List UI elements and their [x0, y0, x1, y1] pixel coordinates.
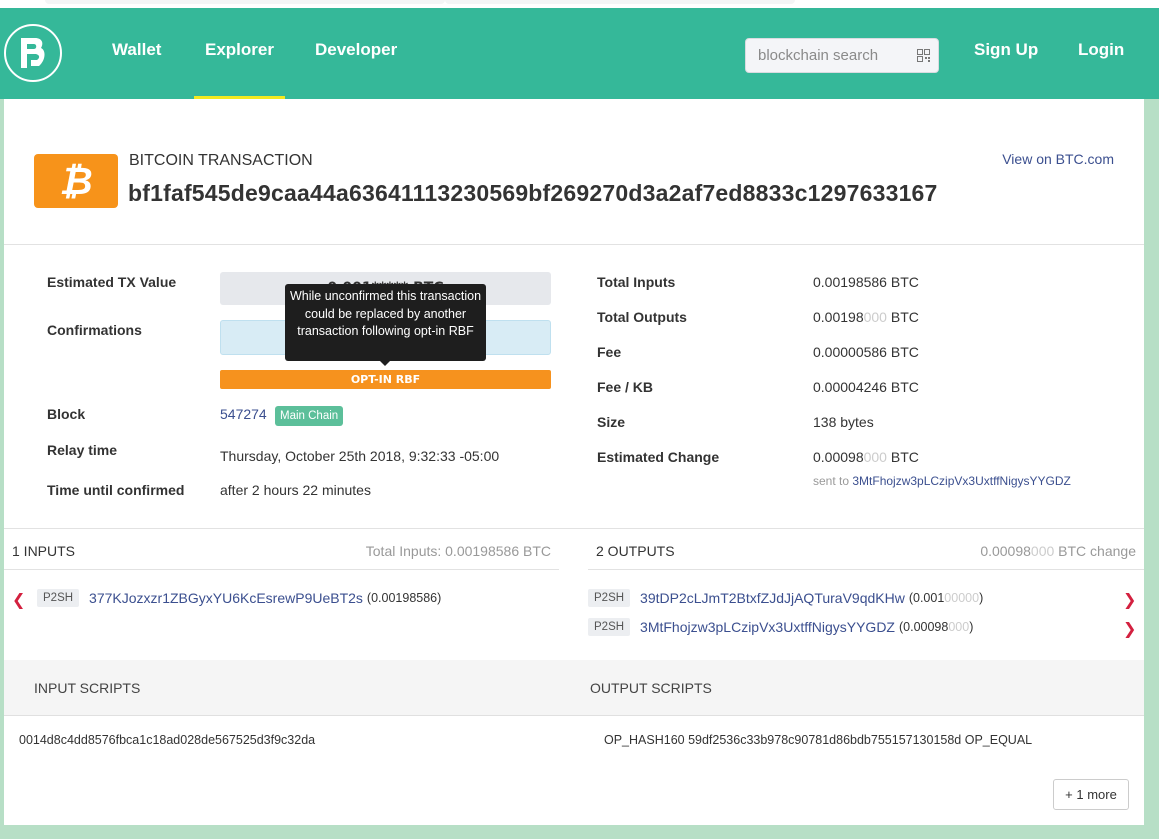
- size-label: Size: [597, 414, 626, 430]
- script-type-badge: P2SH: [588, 618, 631, 636]
- output-row: P2SH 39tDP2cLJmT2BtxfZJdJjAQTuraV9qdKHw …: [588, 589, 983, 607]
- total-inputs-label: Total Inputs: [597, 274, 676, 290]
- output-scripts-title: OUTPUT SCRIPTS: [590, 680, 712, 696]
- show-more-button[interactable]: + 1 more: [1053, 779, 1129, 810]
- output-amount: (0.00098000): [898, 620, 974, 634]
- fee-label: Fee: [597, 344, 622, 360]
- estimated-change-value: 0.00098000 BTC: [813, 449, 919, 465]
- size-value: 138 bytes: [813, 414, 874, 430]
- divider: [4, 528, 1144, 529]
- time-until-confirmed-label: Time until confirmed: [47, 482, 185, 498]
- main-chain-badge: Main Chain: [275, 406, 344, 426]
- output-amount: (0.00100000): [908, 591, 984, 605]
- block-label: Block: [47, 406, 86, 422]
- nav-explorer[interactable]: Explorer: [205, 40, 274, 60]
- divider: [4, 569, 559, 570]
- transaction-hash: bf1faf545de9caa44a63641113230569bf269270…: [128, 180, 938, 206]
- outputs-title: 2 OUTPUTS: [596, 543, 675, 559]
- change-sent-to: sent to 3MtFhojzw3pLCzipVx3UxtffNigysYYG…: [813, 474, 1071, 488]
- estimated-change-label: Estimated Change: [597, 449, 720, 465]
- blockchain-logo-icon[interactable]: [4, 24, 62, 82]
- rbf-tooltip: While unconfirmed this transaction could…: [285, 284, 486, 366]
- input-address-link[interactable]: 377KJozxzr1ZBGyxYU6KcEsrewP9UeBT2s: [89, 590, 363, 606]
- bitcoin-icon: ₿: [34, 154, 118, 208]
- view-on-btc-link[interactable]: View on BTC.com: [1002, 151, 1114, 167]
- time-until-confirmed-value: after 2 hours 22 minutes: [220, 482, 371, 498]
- output-row: P2SH 3MtFhojzw3pLCzipVx3UxtffNigysYYGDZ …: [588, 618, 973, 636]
- qr-code-icon[interactable]: [917, 49, 930, 62]
- search-input[interactable]: [746, 39, 896, 72]
- nav-wallet[interactable]: Wallet: [112, 40, 161, 60]
- login-link[interactable]: Login: [1078, 40, 1124, 60]
- change-address-link[interactable]: 3MtFhojzw3pLCzipVx3UxtffNigysYYGDZ: [852, 474, 1071, 488]
- total-inputs-value: 0.00198586 BTC: [813, 274, 919, 290]
- navbar: Wallet Explorer Developer Sign Up Login: [0, 8, 1159, 99]
- opt-in-rbf-badge[interactable]: OPT-IN RBF: [220, 370, 551, 389]
- input-script: 0014d8c4dd8576fbca1c18ad028de567525d3f9c…: [19, 733, 316, 747]
- browser-top-strip: [0, 0, 1159, 8]
- sign-up-link[interactable]: Sign Up: [974, 40, 1038, 60]
- fee-per-kb-value: 0.00004246 BTC: [813, 379, 919, 395]
- inputs-title: 1 INPUTS: [12, 543, 76, 559]
- script-type-badge: P2SH: [37, 589, 80, 607]
- estimated-tx-value-label: Estimated TX Value: [47, 274, 177, 290]
- output-address-link[interactable]: 39tDP2cLJmT2BtxfZJdJjAQTuraV9qdKHw: [640, 590, 905, 606]
- divider: [4, 244, 1144, 245]
- fee-value: 0.00000586 BTC: [813, 344, 919, 360]
- block-link[interactable]: 547274: [220, 406, 267, 422]
- total-outputs-value: 0.00198000 BTC: [813, 309, 919, 325]
- divider: [588, 569, 1144, 570]
- scripts-header: INPUT SCRIPTS OUTPUT SCRIPTS: [4, 660, 1144, 716]
- chevron-right-icon[interactable]: ❯: [1123, 619, 1136, 638]
- transaction-type-label: BITCOIN TRANSACTION: [129, 152, 313, 169]
- chevron-left-icon[interactable]: ❮: [12, 590, 25, 609]
- input-row: P2SH 377KJozxzr1ZBGyxYU6KcEsrewP9UeBT2s …: [37, 589, 441, 607]
- chevron-right-icon[interactable]: ❯: [1123, 590, 1136, 609]
- total-outputs-label: Total Outputs: [597, 309, 687, 325]
- output-address-link[interactable]: 3MtFhojzw3pLCzipVx3UxtffNigysYYGDZ: [640, 619, 895, 635]
- input-amount: (0.00198586): [366, 591, 442, 605]
- outputs-summary: 0.00098000 BTC change: [980, 543, 1136, 559]
- relay-time-value: Thursday, October 25th 2018, 9:32:33 -05…: [220, 448, 500, 464]
- fee-per-kb-label: Fee / KB: [597, 379, 654, 395]
- confirmations-label: Confirmations: [47, 322, 142, 338]
- nav-developer[interactable]: Developer: [315, 40, 397, 60]
- script-type-badge: P2SH: [588, 589, 631, 607]
- blockchain-search[interactable]: [745, 38, 939, 73]
- input-scripts-title: INPUT SCRIPTS: [34, 680, 141, 696]
- inputs-summary: Total Inputs: 0.00198586 BTC: [365, 543, 551, 559]
- transaction-panel: ₿ BITCOIN TRANSACTION bf1faf545de9caa44a…: [4, 99, 1144, 825]
- output-script: OP_HASH160 59df2536c33b978c90781d86bdb75…: [604, 733, 1033, 747]
- relay-time-label: Relay time: [47, 442, 118, 458]
